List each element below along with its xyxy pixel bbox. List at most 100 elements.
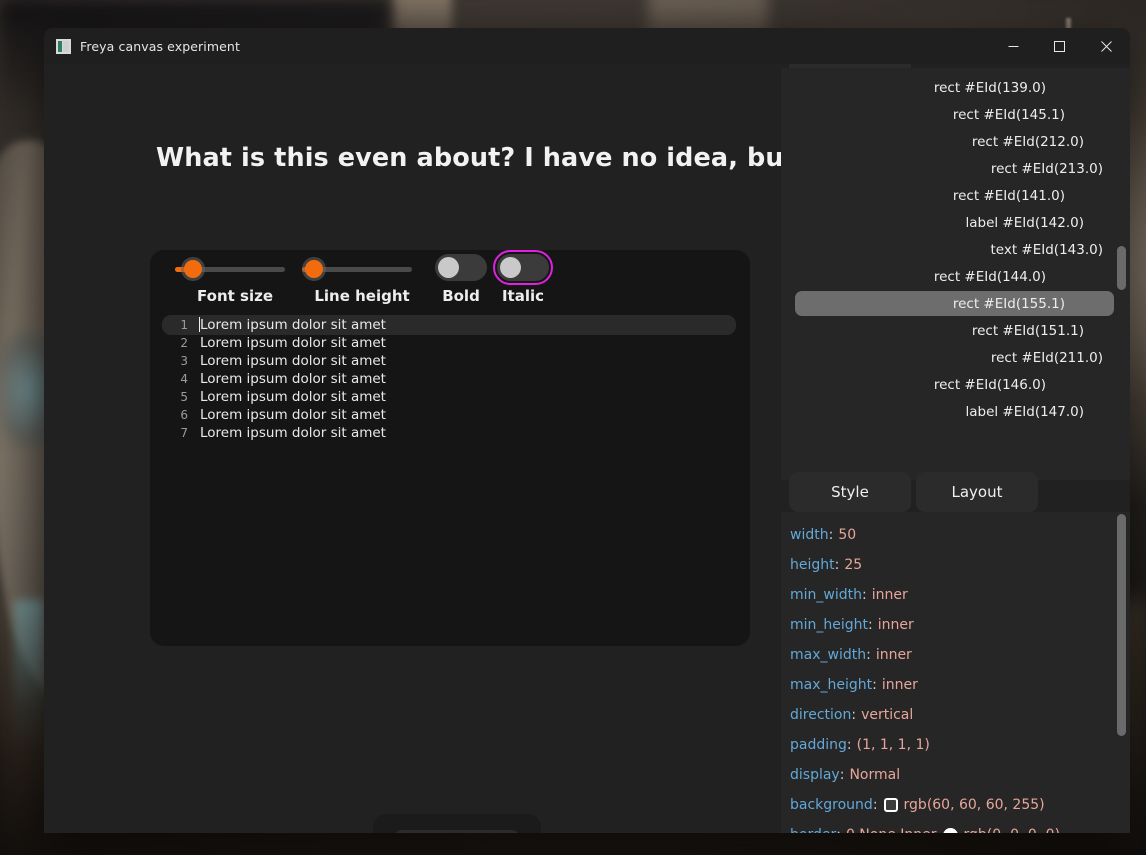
style-property-row[interactable]: background: rgb(60, 60, 60, 255) [781, 790, 1115, 820]
property-value: inner [871, 587, 908, 603]
line-number: 2 [180, 336, 188, 350]
style-property-row[interactable]: width:50 [781, 520, 1115, 550]
property-colon: : [868, 617, 873, 633]
font-size-label: Font size [197, 287, 273, 305]
editor-line[interactable]: 4 Lorem ipsum dolor sit amet [170, 370, 742, 388]
style-property-row[interactable]: border:0 None Inner rgb(0, 0, 0, 0) [781, 820, 1115, 833]
font-size-slider-knob[interactable] [184, 260, 202, 278]
line-text: Lorem ipsum dolor sit amet [200, 371, 386, 387]
window-title: Freya canvas experiment [80, 38, 240, 54]
editor-line[interactable]: 2 Lorem ipsum dolor sit amet [170, 334, 742, 352]
editor-line[interactable]: 1 Lorem ipsum dolor sit amet [162, 315, 742, 335]
style-property-row[interactable]: display: Normal [781, 760, 1115, 790]
style-property-row[interactable]: min_height: inner [781, 610, 1115, 640]
element-item[interactable]: rect #EId(213.0) [781, 155, 1115, 182]
element-item[interactable]: rect #EId(211.0) [781, 344, 1115, 371]
element-item[interactable]: rect #EId(145.1) [781, 101, 1115, 128]
bold-toggle-wrap: Bold [435, 254, 487, 305]
element-item[interactable]: rect #EId(212.0) [781, 128, 1115, 155]
property-colon: : [846, 737, 852, 753]
property-value: inner [875, 647, 912, 663]
property-name: border [790, 827, 836, 833]
style-property-row[interactable]: max_height: inner [781, 670, 1115, 700]
property-value: rgb(0, 0, 0, 0) [964, 827, 1061, 833]
italic-label: Italic [501, 287, 545, 305]
line-text: Lorem ipsum dolor sit amet [200, 353, 386, 369]
tab-layout[interactable]: Layout [916, 472, 1038, 512]
style-property-row[interactable]: padding: (1, 1, 1, 1) [781, 730, 1115, 760]
property-colon: : [866, 647, 871, 663]
line-number: 3 [180, 354, 188, 368]
text-editor-card: Font size Line height Bold Italic 1 Lore… [150, 250, 750, 646]
line-text: Lorem ipsum dolor sit amet [200, 317, 386, 333]
property-value: 50 [838, 527, 857, 543]
element-item[interactable]: label #EId(142.0) [781, 209, 1115, 236]
bold-toggle-knob [438, 257, 459, 278]
property-value: rgb(60, 60, 60, 255) [903, 797, 1045, 813]
style-property-row[interactable]: min_width: inner [781, 580, 1115, 610]
line-number: 1 [180, 318, 188, 332]
editor-line[interactable]: 3 Lorem ipsum dolor sit amet [170, 352, 742, 370]
style-properties-panel[interactable]: width:50 height:25 min_width: inner min_heig… [781, 512, 1130, 833]
property-colon: : [836, 827, 841, 833]
style-scrollbar[interactable] [1117, 514, 1126, 736]
color-swatch-circle[interactable] [942, 827, 958, 833]
editor-line[interactable]: 7 Lorem ipsum dolor sit amet [170, 424, 742, 442]
element-item[interactable]: rect #EId(139.0) [781, 74, 1115, 101]
inspector-panel: Elements rect #EId(139.0)rect #EId(145.1… [781, 28, 1130, 833]
element-label: rect #EId(144.0) [933, 268, 1046, 285]
property-name: max_width [790, 647, 867, 663]
element-label: rect #EId(145.1) [952, 106, 1065, 123]
line-number: 4 [180, 372, 188, 386]
controls-row: Font size Line height Bold Italic [150, 250, 750, 312]
create-new-node-button[interactable]: Create new node [395, 830, 519, 833]
property-colon: : [828, 527, 834, 543]
property-name: min_height [790, 617, 869, 633]
bold-label: Bold [442, 287, 480, 305]
code-editor[interactable]: 1 Lorem ipsum dolor sit amet 2 Lorem ipsum … [162, 315, 742, 636]
element-label: rect #EId(155.1) [952, 295, 1065, 312]
line-text: Lorem ipsum dolor sit amet [200, 407, 386, 423]
element-item-selected[interactable]: rect #EId(155.1) [781, 290, 1115, 317]
element-label: text #EId(143.0) [990, 241, 1103, 258]
property-colon: : [872, 797, 878, 813]
color-swatch-square[interactable] [883, 798, 898, 812]
property-colon: : [851, 707, 857, 723]
line-height-label: Line height [314, 287, 410, 305]
element-item[interactable]: rect #EId(151.1) [781, 317, 1115, 344]
property-value: inner [877, 617, 914, 633]
app-icon [56, 38, 71, 54]
element-item[interactable]: label #EId(147.0) [781, 398, 1115, 425]
bold-toggle[interactable] [435, 254, 487, 281]
style-property-row[interactable]: direction: vertical [781, 700, 1115, 730]
style-property-row[interactable]: height:25 [781, 550, 1115, 580]
property-name: max_height [790, 677, 873, 693]
line-number: 6 [180, 408, 188, 422]
property-colon: : [834, 557, 840, 573]
property-value-prefix: 0 None Inner [846, 827, 937, 833]
element-item[interactable]: rect #EId(146.0) [781, 371, 1115, 398]
style-property-row[interactable]: max_width: inner [781, 640, 1115, 670]
line-height-slider-knob[interactable] [305, 260, 323, 278]
element-item[interactable]: rect #EId(144.0) [781, 263, 1115, 290]
element-item[interactable]: text #EId(143.0) [781, 236, 1115, 263]
elements-list[interactable]: rect #EId(139.0) rect #EId(145.1) rect #EI… [781, 68, 1130, 480]
element-label: label #EId(142.0) [965, 214, 1084, 231]
element-label: rect #EId(151.1) [971, 322, 1084, 339]
property-name: display [790, 767, 840, 783]
property-name: padding [790, 737, 847, 753]
element-item[interactable]: rect #EId(141.0) [781, 182, 1115, 209]
italic-toggle-knob [500, 257, 521, 278]
property-colon: : [862, 587, 867, 603]
tab-style[interactable]: Style [789, 472, 911, 512]
property-name: min_width [790, 587, 862, 603]
element-label: rect #EId(211.0) [990, 349, 1103, 366]
app-window: Freya canvas experiment What is this eve… [44, 28, 1130, 833]
italic-toggle[interactable] [493, 250, 553, 285]
style-layout-tab-row: Style Layout [781, 472, 1130, 512]
editor-line[interactable]: 5 Lorem ipsum dolor sit amet [170, 388, 742, 406]
property-name: background [790, 797, 873, 813]
property-name: direction [790, 707, 852, 723]
editor-line[interactable]: 6 Lorem ipsum dolor sit amet [170, 406, 742, 424]
elements-scrollbar[interactable] [1117, 246, 1126, 290]
